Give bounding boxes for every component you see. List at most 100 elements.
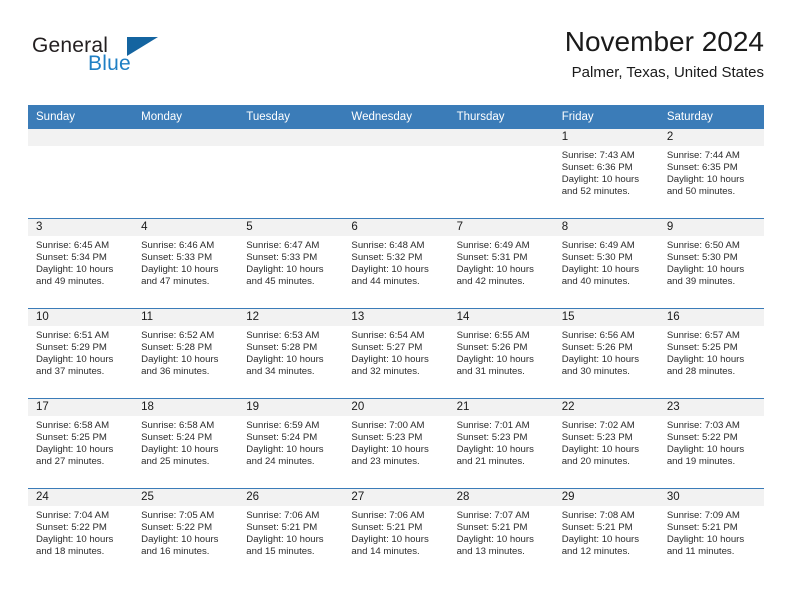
sunrise-text: Sunrise: 7:04 AM (36, 510, 110, 521)
calendar-day-cell[interactable]: 12 Sunrise: 6:53 AM Sunset: 5:28 PM Dayligh… (238, 308, 344, 399)
day-cell-inner: 19 Sunrise: 6:59 AM Sunset: 5:24 PM Dayligh… (238, 399, 344, 488)
day-cell-inner: 27 Sunrise: 7:06 AM Sunset: 5:21 PM Dayligh… (343, 489, 449, 578)
calendar-day-cell[interactable]: 3 Sunrise: 6:45 AM Sunset: 5:34 PM Daylight… (28, 218, 134, 309)
sunrise-text: Sunrise: 6:52 AM (141, 330, 215, 341)
daylight-text: Daylight: 10 hours and 25 minutes. (141, 444, 219, 468)
calendar-empty-cell (28, 129, 134, 219)
day-number (28, 129, 134, 146)
sunrise-text: Sunrise: 7:00 AM (351, 420, 425, 431)
calendar-week-row: 24 Sunrise: 7:04 AM Sunset: 5:22 PM Dayligh… (28, 488, 764, 578)
daylight-text: Daylight: 10 hours and 45 minutes. (246, 264, 324, 288)
generalblue-logo[interactable]: General Blue (28, 34, 228, 90)
calendar-day-cell[interactable]: 19 Sunrise: 6:59 AM Sunset: 5:24 PM Dayligh… (238, 398, 344, 489)
calendar-day-cell[interactable]: 11 Sunrise: 6:52 AM Sunset: 5:28 PM Dayligh… (133, 308, 239, 399)
calendar-day-cell[interactable]: 17 Sunrise: 6:58 AM Sunset: 5:25 PM Dayligh… (28, 398, 134, 489)
day-details: Sunrise: 6:49 AM Sunset: 5:30 PM Daylight:… (554, 236, 659, 288)
calendar-empty-cell (343, 129, 449, 219)
calendar-day-cell[interactable]: 9 Sunrise: 6:50 AM Sunset: 5:30 PM Daylight… (658, 218, 764, 309)
day-cell-inner: 22 Sunrise: 7:02 AM Sunset: 5:23 PM Dayligh… (553, 399, 659, 488)
calendar-day-cell[interactable]: 20 Sunrise: 7:00 AM Sunset: 5:23 PM Dayligh… (343, 398, 449, 489)
calendar-day-cell[interactable]: 27 Sunrise: 7:06 AM Sunset: 5:21 PM Dayligh… (343, 488, 449, 578)
weekday-header-wednesday: Wednesday (343, 105, 449, 129)
sunrise-text: Sunrise: 6:55 AM (456, 330, 530, 341)
daylight-text: Daylight: 10 hours and 34 minutes. (246, 354, 324, 378)
calendar-day-cell[interactable]: 24 Sunrise: 7:04 AM Sunset: 5:22 PM Dayligh… (28, 488, 134, 578)
day-number: 21 (448, 399, 554, 416)
day-number (133, 129, 239, 146)
sunrise-text: Sunrise: 7:08 AM (561, 510, 635, 521)
calendar-empty-cell (238, 129, 344, 219)
triangle-flag-icon (127, 37, 158, 56)
daylight-text: Daylight: 10 hours and 50 minutes. (666, 174, 745, 198)
calendar-day-cell[interactable]: 15 Sunrise: 6:56 AM Sunset: 5:26 PM Dayligh… (553, 308, 659, 399)
day-number: 3 (28, 219, 134, 236)
day-cell-inner (133, 129, 239, 218)
sunrise-text: Sunrise: 7:43 AM (561, 150, 635, 161)
calendar-day-cell[interactable]: 13 Sunrise: 6:54 AM Sunset: 5:27 PM Dayligh… (343, 308, 449, 399)
calendar-day-cell[interactable]: 10 Sunrise: 6:51 AM Sunset: 5:29 PM Dayligh… (28, 308, 134, 399)
calendar-day-cell[interactable]: 6 Sunrise: 6:48 AM Sunset: 5:32 PM Daylight… (343, 218, 449, 309)
day-cell-inner (448, 129, 554, 218)
day-number: 2 (658, 129, 764, 146)
calendar-day-cell[interactable]: 25 Sunrise: 7:05 AM Sunset: 5:22 PM Dayligh… (133, 488, 239, 578)
calendar-day-cell[interactable]: 5 Sunrise: 6:47 AM Sunset: 5:33 PM Daylight… (238, 218, 344, 309)
calendar-day-cell[interactable]: 21 Sunrise: 7:01 AM Sunset: 5:23 PM Dayligh… (448, 398, 554, 489)
calendar-day-cell[interactable]: 29 Sunrise: 7:08 AM Sunset: 5:21 PM Dayligh… (553, 488, 659, 578)
calendar-day-cell[interactable]: 26 Sunrise: 7:06 AM Sunset: 5:21 PM Dayligh… (238, 488, 344, 578)
sunset-text: Sunset: 5:34 PM (36, 252, 107, 264)
day-cell-inner: 3 Sunrise: 6:45 AM Sunset: 5:34 PM Daylight… (28, 219, 134, 308)
calendar-day-cell[interactable]: 30 Sunrise: 7:09 AM Sunset: 5:21 PM Dayligh… (658, 488, 764, 578)
page-header: General Blue November 2024 Palmer, Texas… (28, 26, 764, 96)
day-details: Sunrise: 6:52 AM Sunset: 5:28 PM Daylight:… (133, 326, 238, 378)
sunrise-text: Sunrise: 6:57 AM (666, 330, 740, 341)
day-cell-inner: 7 Sunrise: 6:49 AM Sunset: 5:31 PM Daylight… (448, 219, 554, 308)
daylight-text: Daylight: 10 hours and 49 minutes. (36, 264, 114, 288)
sunrise-text: Sunrise: 6:54 AM (351, 330, 425, 341)
sunset-text: Sunset: 5:29 PM (36, 342, 107, 354)
calendar-day-cell[interactable]: 1 Sunrise: 7:43 AM Sunset: 6:36 PM Daylight… (553, 129, 659, 219)
calendar-day-cell[interactable]: 22 Sunrise: 7:02 AM Sunset: 5:23 PM Dayligh… (553, 398, 659, 489)
sunset-text: Sunset: 5:33 PM (246, 252, 318, 264)
day-cell-inner: 16 Sunrise: 6:57 AM Sunset: 5:25 PM Dayligh… (658, 309, 764, 398)
calendar-day-cell[interactable]: 4 Sunrise: 6:46 AM Sunset: 5:33 PM Daylight… (133, 218, 239, 309)
day-number: 20 (343, 399, 449, 416)
day-number: 22 (553, 399, 659, 416)
sunset-text: Sunset: 5:33 PM (141, 252, 213, 264)
day-details: Sunrise: 6:49 AM Sunset: 5:31 PM Daylight:… (449, 236, 554, 288)
sunset-text: Sunset: 5:28 PM (141, 342, 213, 354)
daylight-text: Daylight: 10 hours and 15 minutes. (246, 534, 324, 558)
calendar-day-cell[interactable]: 23 Sunrise: 7:03 AM Sunset: 5:22 PM Dayligh… (658, 398, 764, 489)
sunset-text: Sunset: 6:35 PM (666, 162, 738, 174)
month-calendar: Sunday Monday Tuesday Wednesday Thursday… (28, 105, 764, 578)
sunrise-text: Sunrise: 6:48 AM (351, 240, 425, 251)
day-number: 28 (448, 489, 554, 506)
calendar-day-cell[interactable]: 2 Sunrise: 7:44 AM Sunset: 6:35 PM Daylight… (658, 129, 764, 219)
day-cell-inner: 10 Sunrise: 6:51 AM Sunset: 5:29 PM Dayligh… (28, 309, 134, 398)
day-details: Sunrise: 7:08 AM Sunset: 5:21 PM Daylight:… (554, 506, 659, 558)
calendar-day-cell[interactable]: 16 Sunrise: 6:57 AM Sunset: 5:25 PM Dayligh… (658, 308, 764, 399)
calendar-day-cell[interactable]: 18 Sunrise: 6:58 AM Sunset: 5:24 PM Dayligh… (133, 398, 239, 489)
day-details: Sunrise: 7:05 AM Sunset: 5:22 PM Daylight:… (133, 506, 238, 558)
page-subtitle: Palmer, Texas, United States (571, 64, 764, 82)
calendar-week-row: 3 Sunrise: 6:45 AM Sunset: 5:34 PM Daylight… (28, 218, 764, 309)
day-cell-inner: 14 Sunrise: 6:55 AM Sunset: 5:26 PM Dayligh… (448, 309, 554, 398)
day-details: Sunrise: 6:48 AM Sunset: 5:32 PM Daylight:… (343, 236, 448, 288)
day-number: 25 (133, 489, 239, 506)
calendar-day-cell[interactable]: 7 Sunrise: 6:49 AM Sunset: 5:31 PM Daylight… (448, 218, 554, 309)
calendar-day-cell[interactable]: 8 Sunrise: 6:49 AM Sunset: 5:30 PM Daylight… (553, 218, 659, 309)
day-cell-inner (343, 129, 449, 218)
day-details: Sunrise: 7:07 AM Sunset: 5:21 PM Daylight:… (449, 506, 554, 558)
calendar-day-cell[interactable]: 14 Sunrise: 6:55 AM Sunset: 5:26 PM Dayligh… (448, 308, 554, 399)
calendar-day-cell[interactable]: 28 Sunrise: 7:07 AM Sunset: 5:21 PM Dayligh… (448, 488, 554, 578)
daylight-text: Daylight: 10 hours and 23 minutes. (351, 444, 429, 468)
sunset-text: Sunset: 6:36 PM (561, 162, 633, 174)
day-number: 1 (553, 129, 659, 146)
daylight-text: Daylight: 10 hours and 16 minutes. (141, 534, 219, 558)
day-number: 15 (553, 309, 659, 326)
calendar-page: General Blue November 2024 Palmer, Texas… (0, 0, 792, 612)
day-details: Sunrise: 6:58 AM Sunset: 5:25 PM Daylight:… (28, 416, 133, 468)
day-number: 9 (658, 219, 764, 236)
day-number: 18 (133, 399, 239, 416)
calendar-empty-cell (448, 129, 554, 219)
day-number: 24 (28, 489, 134, 506)
